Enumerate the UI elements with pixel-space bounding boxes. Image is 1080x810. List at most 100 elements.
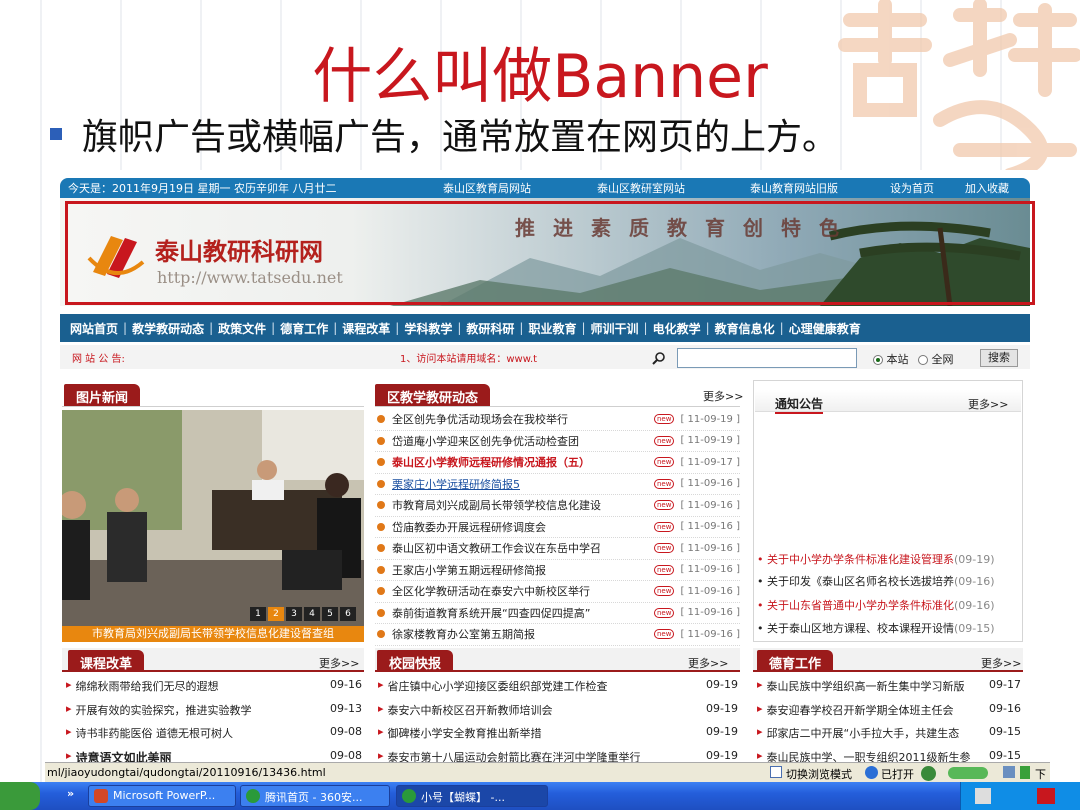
new-badge: new: [653, 457, 675, 468]
nav-item[interactable]: 教学教研动态: [132, 320, 204, 337]
curriculum-item[interactable]: ▸ 诗意语文如此美丽 09-08: [66, 749, 362, 763]
announcement-title[interactable]: 通知公告: [775, 395, 824, 414]
curriculum-item[interactable]: ▸ 绵绵秋雨带给我们无尽的遐想 09-16: [66, 678, 362, 694]
curriculum-tab[interactable]: 课程改革: [68, 650, 145, 672]
news-item[interactable]: 泰山区初中语文教研工作会议在东岳中学召 new [ 11-09-16 ]: [375, 538, 740, 560]
globe-icon[interactable]: [921, 766, 936, 781]
nav-item[interactable]: 网站首页: [70, 320, 118, 337]
news-item[interactable]: 市教育局刘兴成副局长带领学校信息化建设 new [ 11-09-16 ]: [375, 495, 740, 517]
bullet-icon: ▸: [378, 748, 384, 762]
start-button[interactable]: [0, 782, 40, 810]
news-item[interactable]: 全区化学教研活动在泰安六中新校区举行 new [ 11-09-16 ]: [375, 581, 740, 603]
more-link[interactable]: 更多>>: [688, 655, 728, 671]
item-title: 泰安六中新校区召开新教师培训会: [387, 703, 553, 717]
campus-item[interactable]: ▸ 御碑楼小学安全教育推出新举措 09-19: [378, 725, 738, 741]
pager-item[interactable]: 6: [340, 607, 356, 621]
pager-item[interactable]: 4: [304, 607, 320, 621]
nav-item[interactable]: 教育信息化: [715, 320, 775, 337]
curriculum-item[interactable]: ▸ 开展有效的实验探究，推进实验教学 09-13: [66, 702, 362, 718]
download-label[interactable]: 下: [1035, 766, 1046, 782]
nav-item[interactable]: 电化教学: [653, 320, 701, 337]
item-title: 邱家店二中开展“小手拉大手，共建生态: [766, 727, 960, 740]
ati-icon[interactable]: [1037, 788, 1055, 804]
add-favorite-link[interactable]: 加入收藏: [965, 180, 1009, 196]
notice-ticker[interactable]: 1、访问本站请用域名：www.t: [400, 350, 537, 365]
more-link[interactable]: 更多>>: [981, 655, 1021, 671]
download-icon[interactable]: [1020, 766, 1030, 779]
moral-item[interactable]: ▸ 泰山民族中学、一职专组织2011级新生参 09-15: [757, 749, 1021, 763]
search-button[interactable]: 搜索: [980, 349, 1018, 367]
nav-item[interactable]: 师训干训: [591, 320, 639, 337]
district-news-tab[interactable]: 区教学教研动态: [375, 384, 491, 406]
more-link[interactable]: 更多>>: [968, 396, 1008, 412]
item-date: 09-16: [989, 701, 1021, 715]
moral-item[interactable]: ▸ 邱家店二中开展“小手拉大手，共建生态 09-15: [757, 725, 1021, 741]
pager-item[interactable]: 5: [322, 607, 338, 621]
topbar-link[interactable]: 泰山区教研室网站: [597, 180, 685, 196]
photo-caption[interactable]: 市教育局刘兴成副局长带领学校信息化建设督查组: [62, 626, 364, 642]
pager-item[interactable]: 3: [286, 607, 302, 621]
set-homepage-link[interactable]: 设为首页: [890, 180, 934, 196]
news-item[interactable]: 王家店小学第五期远程研修简报 new [ 11-09-16 ]: [375, 560, 740, 581]
news-item[interactable]: 栗家庄小学远程研修简报5 new [ 11-09-16 ]: [375, 474, 740, 495]
taskbar-item-chat[interactable]: 小号【蝴蝶】 -...: [396, 785, 548, 807]
scope-site-radio[interactable]: [873, 355, 883, 365]
news-item[interactable]: 岱道庵小学迎来区创先争优活动检查团 new [ 11-09-19 ]: [375, 431, 740, 452]
taskbar-item-powerpoint[interactable]: Microsoft PowerP...: [88, 785, 236, 807]
announcement-item[interactable]: • 关于山东省普通中小学办学条件标准化(09-16): [757, 597, 995, 613]
nav-item[interactable]: 政策文件: [218, 320, 266, 337]
topbar-link[interactable]: 泰山教育网站旧版: [750, 180, 838, 196]
news-item[interactable]: 泰前街道教育系统开展“四查四促四提高” new [ 11-09-16 ]: [375, 603, 740, 624]
announcement-item[interactable]: • 关于印发《泰山区名师名校长选拔培养(09-16): [757, 573, 995, 589]
topbar-link[interactable]: 泰山区教育局网站: [443, 180, 531, 196]
tools-icon[interactable]: [1003, 766, 1015, 778]
browser-360-icon: [246, 789, 260, 803]
more-link[interactable]: 更多>>: [319, 655, 359, 671]
campus-item[interactable]: ▸ 泰安六中新校区召开新教师培训会 09-19: [378, 702, 738, 718]
item-title: 诗意语文如此美丽: [75, 750, 172, 763]
item-date: 09-15: [989, 748, 1021, 762]
bullet-icon: ▸: [757, 678, 763, 691]
bullet-icon: [377, 501, 385, 510]
bullet-icon: [377, 436, 385, 445]
nav-item[interactable]: 职业教育: [528, 320, 576, 337]
news-item[interactable]: 徐家楼教育办公室第五期简报 new [ 11-09-16 ]: [375, 624, 740, 646]
toggle-icon[interactable]: [948, 767, 988, 779]
windows-taskbar: » Microsoft PowerP... 腾讯首页 - 360安... 小号【…: [0, 782, 1080, 810]
item-title: 泰山民族中学组织高一新生集中学习新版: [766, 680, 965, 693]
bullet-icon: [377, 587, 385, 596]
item-date: 09-19: [706, 678, 738, 691]
news-title: 徐家楼教育办公室第五期简报: [392, 628, 535, 642]
campus-item[interactable]: ▸ 泰安市第十八届运动会射箭比赛在泮河中学隆重举行 09-19: [378, 749, 738, 763]
news-item[interactable]: 岱庙教委办开展远程研修调度会 new [ 11-09-16 ]: [375, 517, 740, 538]
switch-mode-button[interactable]: 切换浏览模式: [786, 766, 852, 782]
scope-site-label: 本站: [886, 353, 909, 366]
news-item[interactable]: 全区创先争优活动现场会在我校举行 new [ 11-09-19 ]: [375, 409, 740, 431]
moral-tab[interactable]: 德育工作: [757, 650, 834, 672]
photo-news-image[interactable]: [62, 410, 364, 626]
moral-item[interactable]: ▸ 泰安迎春学校召开新学期全体班主任会 09-16: [757, 702, 1021, 718]
news-title: 岱道庵小学迎来区创先争优活动检查团: [392, 434, 579, 448]
photo-news-tab[interactable]: 图片新闻: [64, 384, 141, 406]
curriculum-item[interactable]: ▸ 诗书非药能医俗 道德无根可树人 09-08: [66, 725, 362, 741]
more-link[interactable]: 更多>>: [703, 388, 743, 404]
taskbar-item-browser[interactable]: 腾讯首页 - 360安...: [240, 785, 390, 807]
nav-item[interactable]: 心理健康教育: [789, 320, 861, 337]
campus-tab[interactable]: 校园快报: [377, 650, 454, 672]
tray-icon[interactable]: [975, 788, 991, 804]
nav-item[interactable]: 德育工作: [280, 320, 328, 337]
announcement-item[interactable]: • 关于中小学办学条件标准化建设管理系(09-19): [757, 551, 995, 567]
news-item[interactable]: 泰山区小学教师远程研修情况通报（五） new [ 11-09-17 ]: [375, 452, 740, 474]
pager-item[interactable]: 1: [250, 607, 266, 621]
news-date: [ 11-09-19 ]: [680, 435, 740, 447]
campus-item[interactable]: ▸ 省庄镇中心小学迎接区委组织部党建工作检查 09-19: [378, 678, 738, 694]
scope-web-radio[interactable]: [918, 355, 928, 365]
quick-launch-chevron[interactable]: »: [67, 787, 74, 800]
search-input[interactable]: [677, 348, 857, 368]
pager-item-current[interactable]: 2: [268, 607, 284, 621]
announcement-item[interactable]: • 关于泰山区地方课程、校本课程开设情(09-15): [757, 620, 995, 636]
nav-item[interactable]: 学科教学: [404, 320, 452, 337]
nav-item[interactable]: 教研科研: [466, 320, 514, 337]
moral-item[interactable]: ▸ 泰山民族中学组织高一新生集中学习新版 09-17: [757, 678, 1021, 694]
nav-item[interactable]: 课程改革: [342, 320, 390, 337]
